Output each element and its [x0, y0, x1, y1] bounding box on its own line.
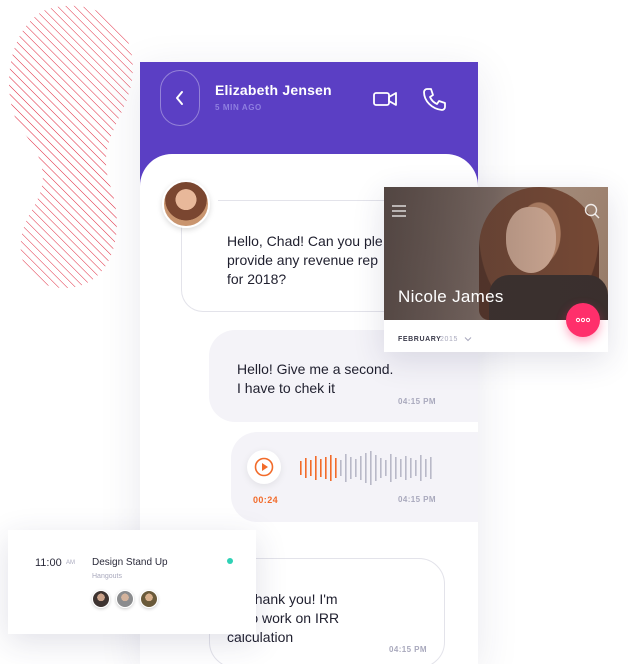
- waveform-bar: [400, 459, 402, 477]
- waveform-bar: [395, 457, 397, 479]
- event-subtitle: Hangouts: [92, 573, 122, 580]
- waveform-bar: [340, 460, 342, 476]
- status-dot: [227, 558, 233, 564]
- phone-call-icon[interactable]: [421, 86, 447, 112]
- event-title: Design Stand Up: [92, 557, 168, 568]
- striped-blob-decoration: [9, 5, 133, 289]
- waveform-bar: [410, 458, 412, 478]
- waveform-bar: [360, 456, 362, 480]
- waveform-bar: [390, 454, 392, 482]
- waveform-bar: [305, 458, 307, 478]
- profile-name: Nicole James: [398, 287, 504, 306]
- contact-status: 5 MIN AGO: [215, 103, 262, 112]
- play-button[interactable]: [247, 450, 281, 484]
- message-timestamp: 04:15 PM: [389, 645, 427, 654]
- waveform-bar: [385, 460, 387, 476]
- waveform-bar: [335, 458, 337, 478]
- waveform-bar: [355, 459, 357, 477]
- chevron-down-icon[interactable]: [464, 335, 472, 343]
- message-text: Hello! Give me a second. I have to chek …: [237, 361, 394, 396]
- avatar[interactable]: [116, 590, 134, 608]
- message-timestamp: 04:15 PM: [398, 495, 436, 504]
- profile-card: Nicole James FEBRUARY 2015: [384, 187, 608, 352]
- more-icon: [575, 317, 591, 323]
- avatar[interactable]: [92, 590, 110, 608]
- message-timestamp: 04:15 PM: [398, 397, 436, 406]
- back-button[interactable]: [160, 70, 200, 126]
- more-options-button[interactable]: [566, 303, 600, 337]
- month-label[interactable]: FEBRUARY: [398, 336, 441, 343]
- audio-waveform[interactable]: [298, 450, 438, 486]
- waveform-bar: [405, 456, 407, 480]
- avatar[interactable]: [140, 590, 158, 608]
- waveform-bar: [320, 459, 322, 477]
- waveform-bar: [325, 457, 327, 479]
- back-arrow-icon: [176, 91, 183, 105]
- waveform-bar: [415, 460, 417, 476]
- waveform-bar: [300, 461, 302, 475]
- video-call-icon[interactable]: [372, 86, 398, 112]
- search-icon[interactable]: [584, 203, 600, 219]
- waveform-bar: [370, 451, 372, 485]
- waveform-bar: [365, 453, 367, 483]
- message-text: at! Thank you! I'm ng to work on IRR cal…: [227, 591, 340, 645]
- waveform-bar: [310, 460, 312, 476]
- event-time: 11:00: [35, 557, 62, 569]
- play-icon: [254, 457, 274, 477]
- waveform-bar: [380, 458, 382, 478]
- waveform-bar: [345, 454, 347, 482]
- waveform-bar: [420, 455, 422, 481]
- calendar-event-card[interactable]: 11:00 AM Design Stand Up Hangouts: [8, 530, 256, 634]
- waveform-bar: [330, 455, 332, 481]
- event-ampm: AM: [66, 560, 75, 566]
- waveform-bar: [375, 455, 377, 481]
- waveform-bar: [425, 459, 427, 477]
- waveform-bar: [350, 457, 352, 479]
- year-label[interactable]: 2015: [440, 336, 458, 343]
- waveform-bar: [430, 457, 432, 479]
- waveform-bar: [315, 456, 317, 480]
- avatar[interactable]: [162, 180, 210, 228]
- bubble-divider: [218, 200, 388, 201]
- contact-name: Elizabeth Jensen: [215, 82, 332, 98]
- audio-duration: 00:24: [253, 495, 279, 505]
- menu-icon[interactable]: [392, 205, 406, 217]
